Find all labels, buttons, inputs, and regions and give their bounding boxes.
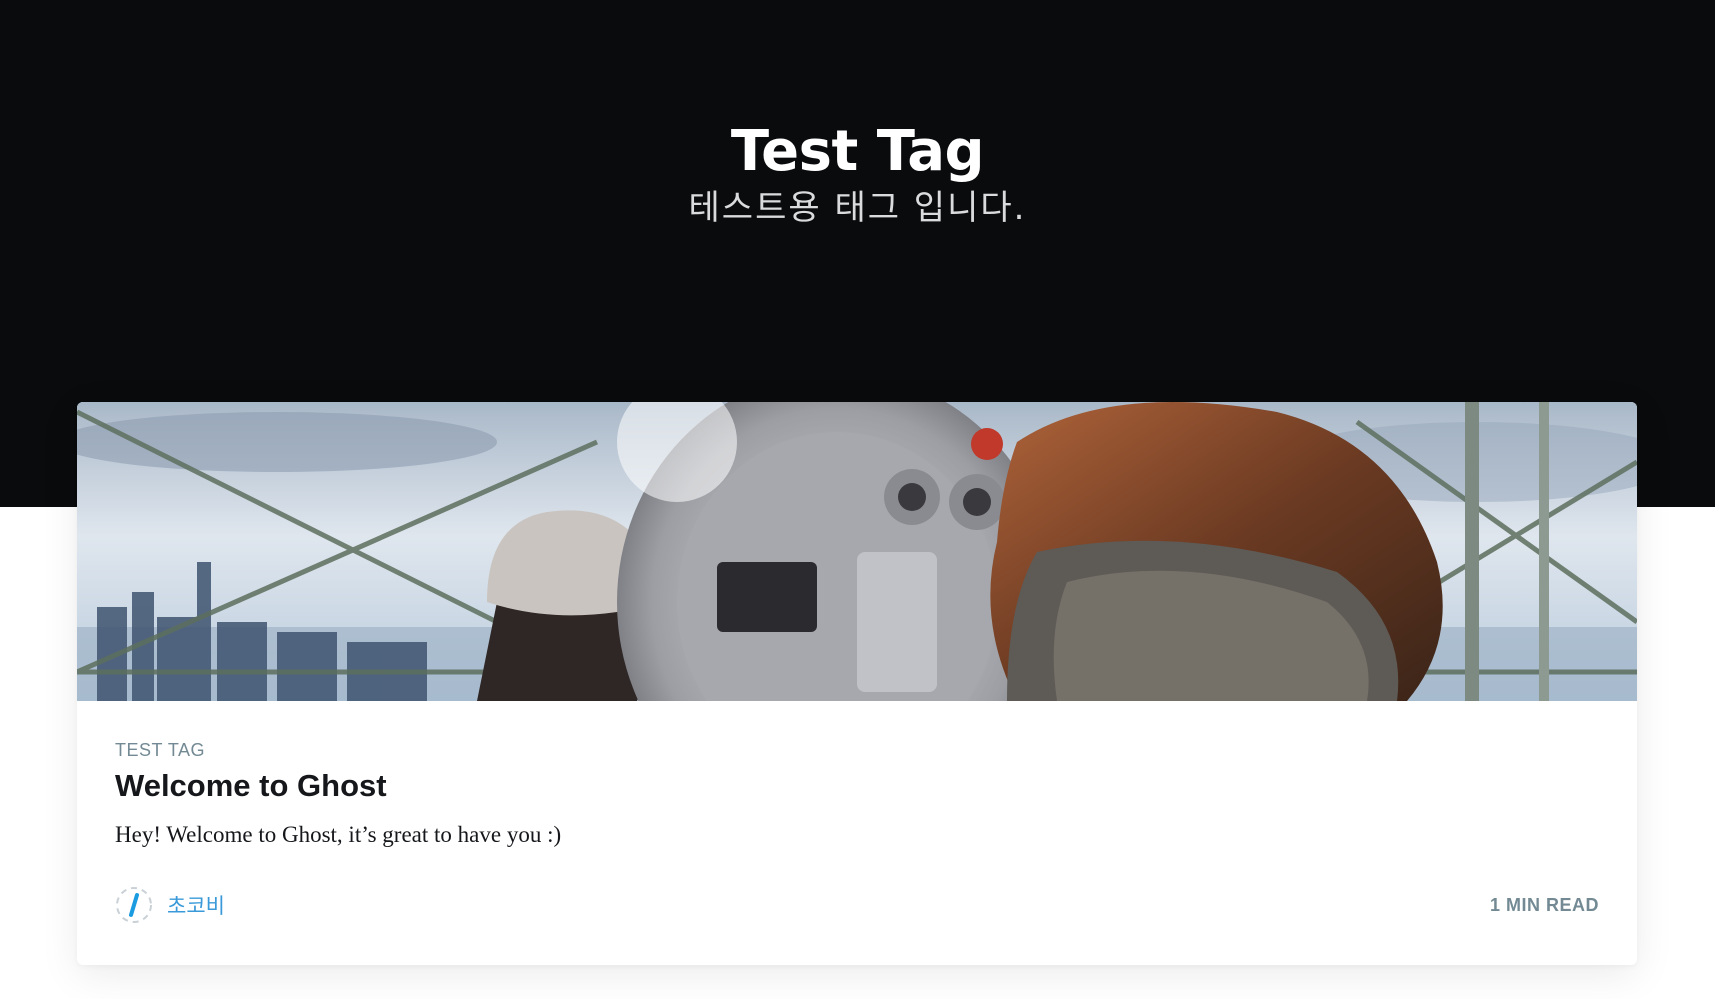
- post-excerpt[interactable]: Hey! Welcome to Ghost, it’s great to hav…: [115, 818, 561, 852]
- reading-time: 1 MIN READ: [1489, 895, 1599, 915]
- author-name[interactable]: 초코비: [167, 890, 225, 920]
- feature-image-illustration: [77, 402, 1637, 701]
- tag-description: 테스트용 태그 입니다.: [688, 188, 1027, 228]
- post-card[interactable]: TEST TAG Welcome to Ghost Hey! Welcome t…: [77, 402, 1637, 965]
- post-title[interactable]: Welcome to Ghost: [115, 766, 387, 806]
- tag-title: Test Tag: [730, 119, 985, 184]
- post-author[interactable]: 초코비: [115, 886, 225, 924]
- post-tag[interactable]: TEST TAG: [115, 740, 205, 761]
- post-feature-image[interactable]: [77, 402, 1637, 701]
- author-avatar-icon[interactable]: [115, 886, 153, 924]
